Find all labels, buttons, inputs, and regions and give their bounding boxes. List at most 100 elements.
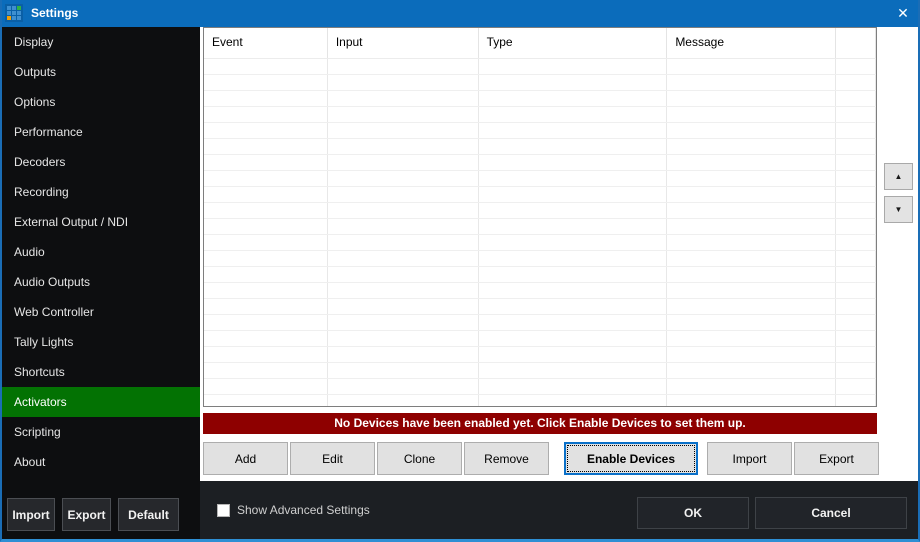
table-row[interactable] [204, 107, 876, 123]
table-cell [328, 219, 479, 234]
sidebar-item-decoders[interactable]: Decoders [2, 147, 200, 177]
sidebar-item-audio[interactable]: Audio [2, 237, 200, 267]
show-advanced-settings-checkbox[interactable] [217, 504, 230, 517]
sidebar-item-external-output-ndi[interactable]: External Output / NDI [2, 207, 200, 237]
table-cell [328, 139, 479, 154]
table-row[interactable] [204, 235, 876, 251]
icon-square [12, 11, 16, 15]
table-cell [204, 155, 328, 170]
table-cell [479, 139, 668, 154]
table-cell [328, 203, 479, 218]
table-cell [836, 219, 876, 234]
table-header-row: EventInputTypeMessage [204, 28, 876, 59]
table-row[interactable] [204, 203, 876, 219]
enable-devices-button[interactable]: Enable Devices [564, 442, 698, 475]
table-cell [204, 299, 328, 314]
action-button-remove[interactable]: Remove [464, 442, 549, 475]
table-row[interactable] [204, 75, 876, 91]
sidebar-item-activators[interactable]: Activators [2, 387, 200, 417]
table-row[interactable] [204, 395, 876, 407]
sidebar-item-performance[interactable]: Performance [2, 117, 200, 147]
table-cell [667, 283, 836, 298]
table-row[interactable] [204, 331, 876, 347]
table-row[interactable] [204, 315, 876, 331]
sidebar-export-button[interactable]: Export [62, 498, 111, 531]
table-cell [836, 299, 876, 314]
table-cell [836, 91, 876, 106]
table-row[interactable] [204, 267, 876, 283]
sidebar-item-display[interactable]: Display [2, 27, 200, 57]
sidebar-import-button[interactable]: Import [7, 498, 55, 531]
table-row[interactable] [204, 219, 876, 235]
table-cell [204, 219, 328, 234]
table-cell [328, 171, 479, 186]
table-row[interactable] [204, 187, 876, 203]
column-header-message[interactable]: Message [667, 28, 836, 58]
table-cell [667, 203, 836, 218]
table-row[interactable] [204, 171, 876, 187]
column-header-input[interactable]: Input [328, 28, 479, 58]
action-button-row: AddEditCloneRemove Enable Devices ImportEx… [203, 442, 881, 475]
table-row[interactable] [204, 251, 876, 267]
sidebar-item-web-controller[interactable]: Web Controller [2, 297, 200, 327]
show-advanced-settings-label[interactable]: Show Advanced Settings [237, 503, 370, 517]
table-row[interactable] [204, 363, 876, 379]
table-body [204, 59, 876, 407]
table-cell [667, 123, 836, 138]
action-button-add[interactable]: Add [203, 442, 288, 475]
table-cell [667, 75, 836, 90]
settings-window: Settings ✕ DisplayOutputsOptionsPerforma… [0, 0, 920, 542]
table-row[interactable] [204, 299, 876, 315]
table-cell [667, 235, 836, 250]
sidebar-item-about[interactable]: About [2, 447, 200, 477]
sidebar-item-tally-lights[interactable]: Tally Lights [2, 327, 200, 357]
table-cell [204, 251, 328, 266]
table-cell [667, 315, 836, 330]
sidebar-item-shortcuts[interactable]: Shortcuts [2, 357, 200, 387]
sidebar-default-button[interactable]: Default [118, 498, 179, 531]
sidebar-item-scripting[interactable]: Scripting [2, 417, 200, 447]
table-row[interactable] [204, 283, 876, 299]
table-cell [204, 123, 328, 138]
icon-square [17, 11, 21, 15]
table-cell [479, 219, 668, 234]
table-cell [328, 123, 479, 138]
table-cell [667, 155, 836, 170]
table-row[interactable] [204, 347, 876, 363]
move-down-button[interactable]: ▼ [884, 196, 913, 223]
table-row[interactable] [204, 379, 876, 395]
action-button-clone[interactable]: Clone [377, 442, 462, 475]
table-row[interactable] [204, 139, 876, 155]
table-cell [328, 283, 479, 298]
sidebar-item-outputs[interactable]: Outputs [2, 57, 200, 87]
close-icon[interactable]: ✕ [893, 0, 913, 27]
table-cell [328, 331, 479, 346]
table-cell [479, 203, 668, 218]
move-up-button[interactable]: ▲ [884, 163, 913, 190]
table-row[interactable] [204, 59, 876, 75]
sidebar-item-audio-outputs[interactable]: Audio Outputs [2, 267, 200, 297]
table-cell [836, 267, 876, 282]
action-button-import[interactable]: Import [707, 442, 792, 475]
action-button-edit[interactable]: Edit [290, 442, 375, 475]
sidebar-item-recording[interactable]: Recording [2, 177, 200, 207]
vmix-app-icon [5, 4, 23, 22]
table-row[interactable] [204, 123, 876, 139]
column-header-type[interactable]: Type [479, 28, 668, 58]
table-cell [204, 283, 328, 298]
table-cell [667, 91, 836, 106]
table-cell [204, 363, 328, 378]
table-cell [479, 331, 668, 346]
sidebar-item-options[interactable]: Options [2, 87, 200, 117]
titlebar[interactable]: Settings ✕ [0, 0, 920, 27]
column-header-spacer[interactable] [836, 28, 876, 58]
column-header-event[interactable]: Event [204, 28, 328, 58]
cancel-button[interactable]: Cancel [755, 497, 907, 529]
table-cell [479, 171, 668, 186]
action-button-export[interactable]: Export [794, 442, 879, 475]
table-row[interactable] [204, 155, 876, 171]
table-row[interactable] [204, 91, 876, 107]
table-cell [479, 251, 668, 266]
ok-button[interactable]: OK [637, 497, 749, 529]
table-cell [836, 139, 876, 154]
